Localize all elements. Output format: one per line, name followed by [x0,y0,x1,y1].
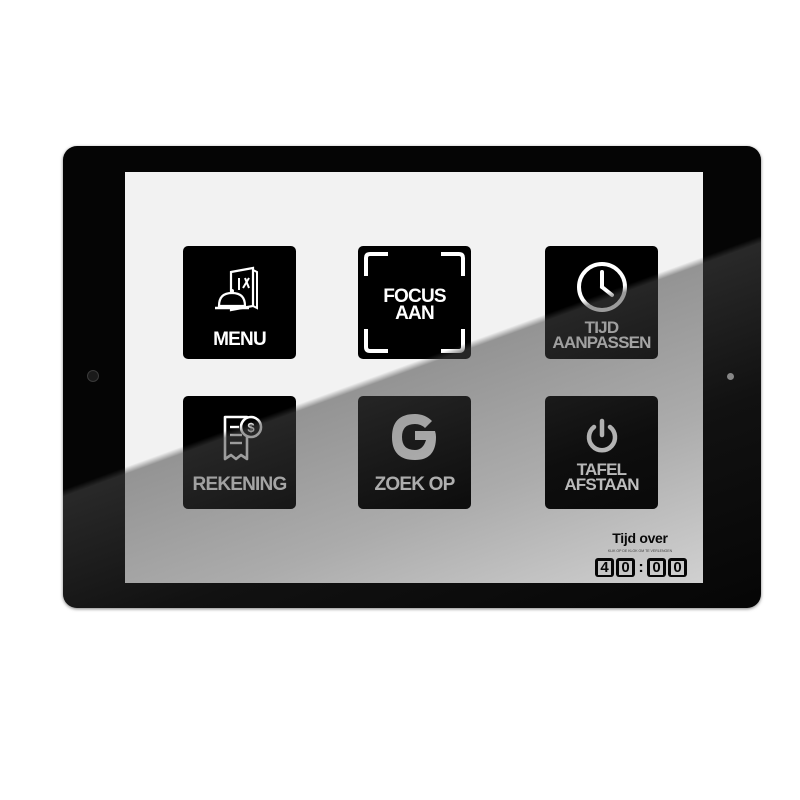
tablet-device: MENU FOCUS AAN TIJD AANPASSEN $ REKENING… [63,146,761,608]
focus-label-line2: AAN [395,303,435,324]
timer-digit-value: 4 [598,560,611,575]
camera-icon [87,370,99,382]
search-label: ZOEK OP [374,474,456,495]
bill-dollar-icon: $ [183,413,296,463]
adjust-time-label: TIJD AANPASSEN [545,319,658,352]
adjust-time-button[interactable]: TIJD AANPASSEN [545,246,658,359]
google-g-icon [358,408,471,466]
timer-digit: 0 [616,558,635,577]
tablet-screen: MENU FOCUS AAN TIJD AANPASSEN $ REKENING… [125,172,703,583]
page: MENU FOCUS AAN TIJD AANPASSEN $ REKENING… [0,0,800,800]
timer-title: Tijd over [612,530,668,546]
timer-digit: 0 [647,558,666,577]
release-table-label: TAFEL AFSTAAN [545,461,658,494]
timer-separator: : [638,558,644,576]
focus-toggle-button[interactable]: FOCUS AAN [358,246,471,359]
bill-button[interactable]: $ REKENING [183,396,296,509]
menu-button[interactable]: MENU [183,246,296,359]
timer-digit-value: 0 [650,560,663,575]
release-table-button[interactable]: TAFEL AFSTAAN [545,396,658,509]
bill-label: REKENING [192,474,288,495]
clock-icon [545,260,658,314]
adjust-time-label-line2: AANPASSEN [552,333,651,352]
search-button[interactable]: ZOEK OP [358,396,471,509]
menu-label: MENU [213,329,267,350]
timer-digit: 0 [668,558,687,577]
release-table-label-line2: AFSTAAN [564,475,639,494]
svg-text:$: $ [247,420,255,435]
countdown-timer[interactable]: 4 0 : 0 0 [595,558,687,577]
power-icon [545,416,658,456]
timer-digit-value: 0 [619,560,632,575]
timer-digit: 4 [595,558,614,577]
menu-cloche-icon [183,266,296,316]
timer-subtitle: KLIK OP DE KLOK OM TE VERLENGEN [607,549,673,553]
timer-digit-value: 0 [671,560,684,575]
focus-label: FOCUS AAN [358,287,471,324]
sensor-dot [727,373,734,380]
